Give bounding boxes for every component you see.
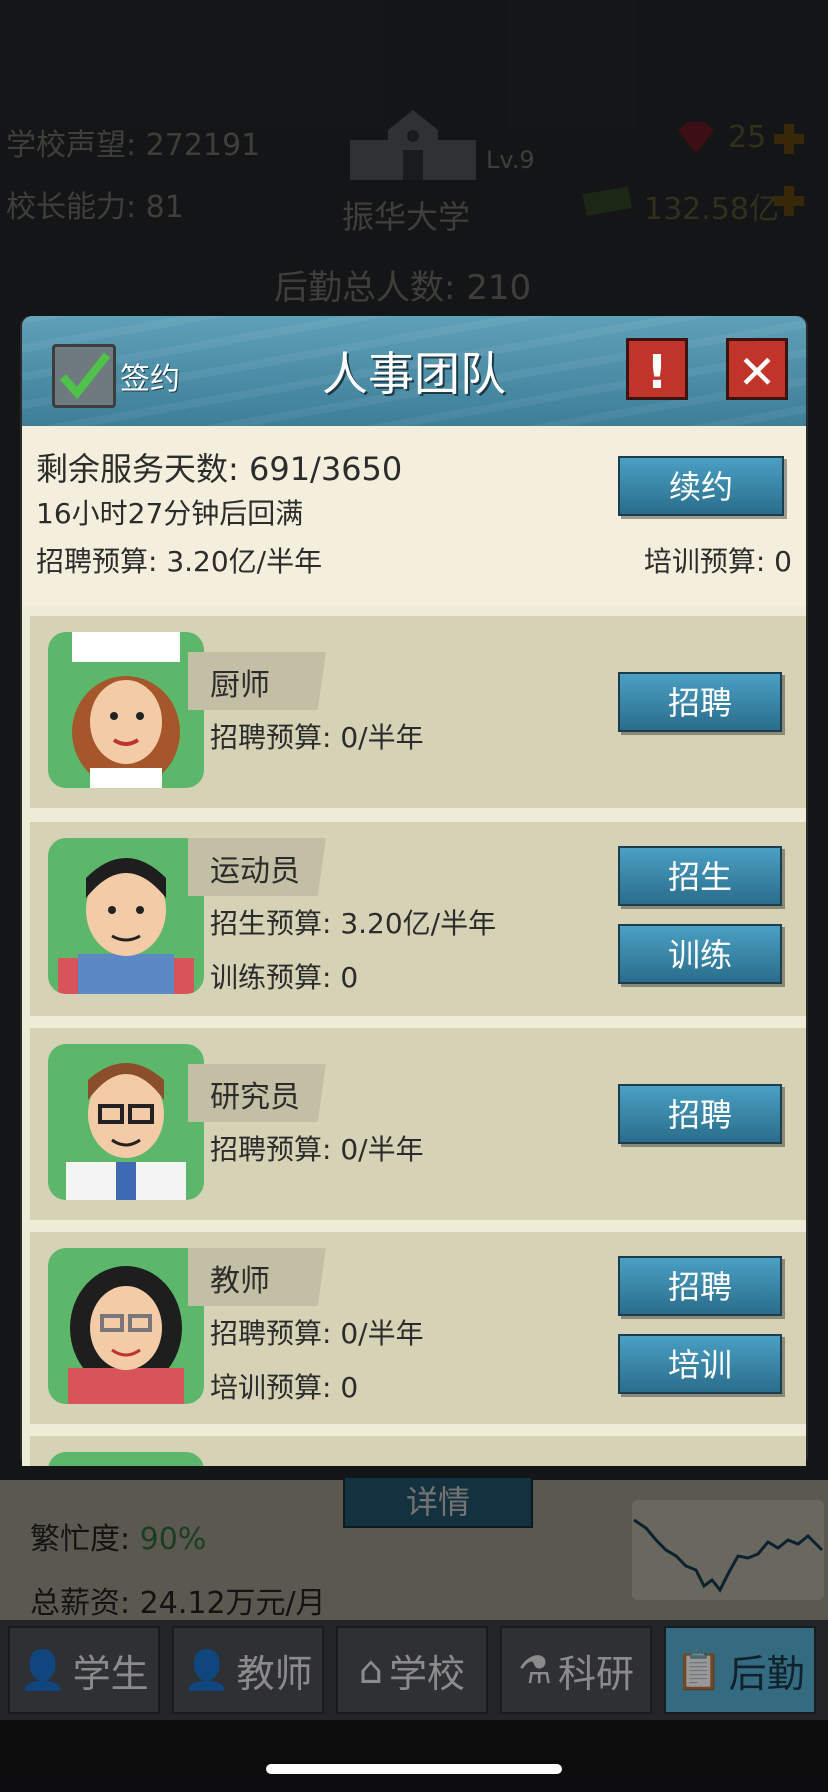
role-card-next <box>30 1430 806 1466</box>
exclamation-icon: ! <box>646 345 668 399</box>
training-budget: 培训预算: 0 <box>643 545 792 578</box>
teacher-avatar <box>48 1248 204 1404</box>
role-name: 教师 <box>210 1264 270 1299</box>
modal-title: 人事团队 <box>322 347 506 401</box>
salary-stat: 总薪资: 24.12万元/月 <box>30 1586 326 1618</box>
alert-button[interactable]: ! <box>626 338 688 400</box>
add-money-icon[interactable] <box>772 184 806 218</box>
role-card-chef: 厨师 招聘预算: 0/半年 招聘 <box>30 610 806 808</box>
tab-logistics[interactable]: 📋 后勤 <box>664 1626 816 1714</box>
role-card-researcher: 研究员 招聘预算: 0/半年 招聘 <box>30 1022 806 1220</box>
teacher-icon: 👤 <box>183 1647 231 1692</box>
teacher-recruit-button[interactable]: 招聘 <box>618 1256 782 1316</box>
school-name: 振华大学 <box>342 198 471 236</box>
flask-icon: ⚗ <box>517 1648 553 1692</box>
role-training-budget: 训练预算: 0 <box>210 961 359 994</box>
chef-recruit-button[interactable]: 招聘 <box>618 672 782 732</box>
refill-timer: 16小时27分钟后回满 <box>36 497 304 530</box>
tab-research[interactable]: ⚗ 科研 <box>500 1626 652 1714</box>
role-name: 厨师 <box>210 668 270 703</box>
researcher-recruit-button[interactable]: 招聘 <box>618 1084 782 1144</box>
reputation-stat: 学校声望: 272191 <box>6 128 261 163</box>
athlete-enroll-button[interactable]: 招生 <box>618 846 782 906</box>
school-level: Lv.9 <box>486 146 535 174</box>
renew-button[interactable]: 续约 <box>618 456 784 516</box>
busy-stat: 繁忙度: 90% <box>30 1522 207 1557</box>
logistics-total: 后勤总人数: 210 <box>274 268 532 308</box>
athlete-train-button[interactable]: 训练 <box>618 924 782 984</box>
close-icon: ✕ <box>737 345 777 399</box>
role-budget: 招生预算: 3.20亿/半年 <box>210 907 497 940</box>
next-avatar <box>48 1452 204 1466</box>
role-name: 运动员 <box>210 854 300 889</box>
remaining-days: 剩余服务天数: 691/3650 <box>36 450 403 488</box>
role-card-athlete: 运动员 招生预算: 3.20亿/半年 训练预算: 0 招生 训练 <box>30 816 806 1016</box>
chef-avatar <box>48 632 204 788</box>
busy-sparkline <box>632 1500 824 1600</box>
detail-button[interactable]: 详情 <box>343 1476 533 1528</box>
team-info-panel: 剩余服务天数: 691/3650 16小时27分钟后回满 招聘预算: 3.20亿… <box>22 426 806 606</box>
tab-student[interactable]: 👤 学生 <box>8 1626 160 1714</box>
role-name: 研究员 <box>210 1080 300 1115</box>
athlete-avatar <box>48 838 204 994</box>
tab-teacher[interactable]: 👤 教师 <box>172 1626 324 1714</box>
gem-count: 25 <box>728 120 767 155</box>
school-icon: ⌂ <box>358 1648 384 1692</box>
tab-school[interactable]: ⌂ 学校 <box>336 1626 488 1714</box>
gem-icon <box>674 120 718 156</box>
role-card-teacher: 教师 招聘预算: 0/半年 培训预算: 0 招聘 培训 <box>30 1226 806 1424</box>
add-gem-icon[interactable] <box>772 122 806 156</box>
money-icon <box>582 182 634 216</box>
teacher-train-button[interactable]: 培训 <box>618 1334 782 1394</box>
student-icon: 👤 <box>19 1647 67 1692</box>
role-budget: 招聘预算: 0/半年 <box>210 1317 424 1350</box>
modal-content: 剩余服务天数: 691/3650 16小时27分钟后回满 招聘预算: 3.20亿… <box>22 426 806 1466</box>
home-indicator[interactable] <box>266 1764 562 1774</box>
role-training-budget: 培训预算: 0 <box>210 1371 359 1404</box>
role-budget: 招聘预算: 0/半年 <box>210 1133 424 1166</box>
role-budget: 招聘预算: 0/半年 <box>210 721 424 754</box>
close-button[interactable]: ✕ <box>726 338 788 400</box>
personnel-team-modal: 签约 人事团队 ! ✕ 剩余服务天数: 691/3650 16小时27分钟后回满… <box>20 316 808 1466</box>
school-building-icon <box>348 106 478 184</box>
researcher-avatar <box>48 1044 204 1200</box>
ability-stat: 校长能力: 81 <box>6 190 184 225</box>
clipboard-icon: 📋 <box>675 1647 723 1692</box>
money-amount: 132.58亿 <box>644 192 779 227</box>
recruit-budget: 招聘预算: 3.20亿/半年 <box>36 545 323 578</box>
